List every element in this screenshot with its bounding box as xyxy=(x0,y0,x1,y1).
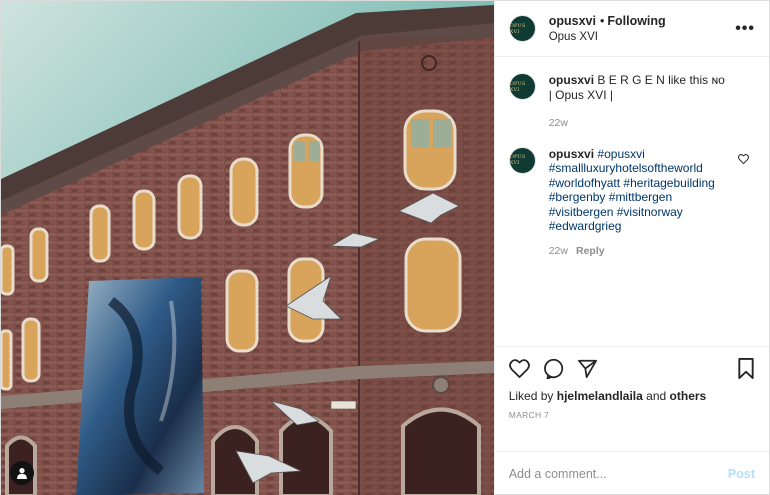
caption-username[interactable]: opusxvi xyxy=(549,73,594,87)
instagram-post: OPUS XVI opusxvi • Following Opus XVI ••• … xyxy=(0,0,770,495)
header-text: opusxvi • Following Opus XVI xyxy=(549,13,735,45)
avatar-logo-text: OPUS XVI xyxy=(509,80,526,93)
following-button[interactable]: Following xyxy=(607,14,665,28)
reply-button[interactable]: Reply xyxy=(576,245,605,257)
avatar-logo-text: OPUS XVI xyxy=(509,22,526,35)
post-photo[interactable] xyxy=(1,1,494,495)
comment-meta: 22w Reply xyxy=(549,244,729,259)
liked-and: and xyxy=(646,389,667,403)
comment-username[interactable]: opusxvi xyxy=(549,147,594,161)
comment: OPUS XVI opusxvi #opusxvi #smallluxuryho… xyxy=(508,146,755,259)
add-comment-bar: Post xyxy=(494,451,769,495)
username-link[interactable]: opusxvi xyxy=(549,14,596,28)
comment-body: opusxvi #opusxvi #smallluxuryhotelsofthe… xyxy=(549,147,729,259)
heart-icon[interactable] xyxy=(508,358,530,378)
comment-input[interactable] xyxy=(508,467,728,481)
tagged-users-button[interactable] xyxy=(10,461,34,485)
separator-dot: • xyxy=(599,13,605,28)
avatar-logo-text: OPUS XVI xyxy=(509,154,526,166)
action-icons xyxy=(508,355,755,381)
comment-time[interactable]: 22w xyxy=(549,245,568,257)
save-icon[interactable] xyxy=(737,357,755,379)
post-date[interactable]: MARCH 7 xyxy=(509,410,755,420)
building-photo xyxy=(1,1,494,495)
user-icon xyxy=(17,468,27,479)
avatar[interactable]: OPUS XVI xyxy=(508,73,536,100)
caption-meta: 22w xyxy=(549,116,729,131)
comment-icon[interactable] xyxy=(543,358,564,379)
avatar[interactable]: OPUS XVI xyxy=(508,146,536,174)
liked-prefix: Liked by xyxy=(508,389,554,403)
share-icon[interactable] xyxy=(577,359,598,378)
liked-others[interactable]: others xyxy=(670,389,707,403)
post-comment-button[interactable]: Post xyxy=(728,467,755,481)
like-comment-heart-icon[interactable] xyxy=(738,151,749,169)
liked-user[interactable]: hjelmelandlaila xyxy=(557,389,643,403)
caption-body: opusxvi B E R G E N like this ɴᴏ | Opus … xyxy=(549,73,729,131)
comments-section: OPUS XVI opusxvi B E R G E N like this ɴ… xyxy=(495,57,769,346)
location-link[interactable]: Opus XVI xyxy=(549,29,735,45)
post-header: OPUS XVI opusxvi • Following Opus XVI ••• xyxy=(494,1,769,57)
caption: OPUS XVI opusxvi B E R G E N like this ɴ… xyxy=(508,73,755,131)
header-top-line: opusxvi • Following xyxy=(549,13,735,29)
liked-by: Liked by hjelmelandlaila and others xyxy=(509,389,755,403)
more-options-icon[interactable]: ••• xyxy=(735,20,755,38)
post-side-panel: OPUS XVI opusxvi • Following Opus XVI ••• … xyxy=(493,1,769,495)
actions-section: Liked by hjelmelandlaila and others MARC… xyxy=(494,346,769,451)
avatar[interactable]: OPUS XVI xyxy=(508,15,536,42)
caption-time[interactable]: 22w xyxy=(549,117,568,129)
